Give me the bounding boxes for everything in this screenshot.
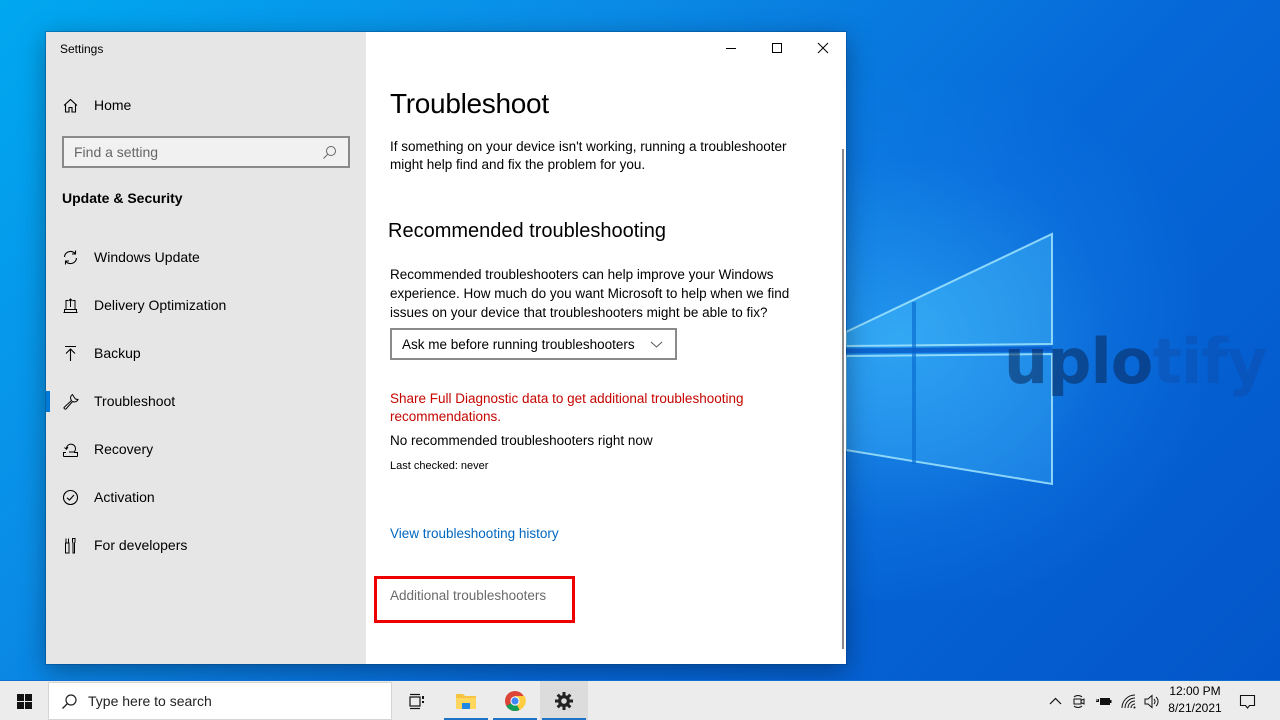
task-view-button[interactable] [392,681,440,720]
sidebar-item-label: Delivery Optimization [94,297,227,313]
sidebar-nav: Windows Update Delivery Optimization Bac… [46,233,366,569]
taskbar: Type here to search 12:00 PM 8/21/2021 [0,680,1280,720]
developer-tools-icon [62,537,79,554]
sync-icon [62,249,79,266]
sidebar-item-label: Activation [94,489,155,505]
search-icon[interactable] [321,144,338,161]
chrome-button[interactable] [491,681,539,720]
settings-window: Settings Home Update & Security Windows … [46,32,846,664]
chrome-icon [504,690,526,712]
battery-charging-icon [1095,693,1112,710]
recommended-description: Recommended troubleshooters can help imp… [390,267,790,320]
sidebar-item-activation[interactable]: Activation [46,473,366,521]
wifi-icon [1120,693,1137,710]
intro-text: If something on your device isn't workin… [390,139,787,172]
chevron-down-icon [648,336,665,353]
minimize-button[interactable] [708,32,754,64]
view-troubleshooting-history-link[interactable]: View troubleshooting history [390,526,559,541]
folder-icon [455,691,477,711]
delivery-optimization-icon [62,297,79,314]
last-checked-text: Last checked: never [390,460,489,472]
clock-time: 12:00 PM [1169,684,1221,698]
windows-start-icon [16,693,33,710]
battery-tray-button[interactable] [1092,681,1114,720]
backup-arrow-icon [62,345,79,362]
sidebar-item-label: Troubleshoot [94,393,176,409]
notification-icon [1239,693,1256,710]
home-icon [62,97,79,114]
camera-icon [1071,693,1088,710]
clock-date: 8/21/2021 [1168,701,1222,715]
show-hidden-icons-button[interactable] [1044,681,1066,720]
maximize-button[interactable] [754,32,800,64]
recovery-icon [62,441,79,458]
find-setting-search[interactable] [62,136,350,168]
speaker-icon [1143,693,1160,710]
find-setting-input[interactable] [74,144,321,160]
additional-troubleshooters-link[interactable]: Additional troubleshooters [390,588,546,603]
close-button[interactable] [800,32,846,64]
uplotify-watermark: uplotify [1004,325,1268,398]
no-recommended-text: No recommended troubleshooters right now [390,433,653,448]
sidebar-item-backup[interactable]: Backup [46,329,366,377]
start-button[interactable] [0,681,48,720]
wrench-icon [62,393,79,410]
settings-taskbar-button[interactable] [540,681,588,720]
sidebar-home[interactable]: Home [46,90,366,120]
taskbar-search-box[interactable]: Type here to search [48,682,392,720]
content-pane: Troubleshoot If something on your device… [366,32,846,664]
close-icon [815,40,832,57]
sidebar-item-windows-update[interactable]: Windows Update [46,233,366,281]
taskbar-search-placeholder: Type here to search [88,693,212,709]
chevron-up-icon [1047,693,1064,710]
watermark-strong-text: uplo [1004,325,1153,398]
sidebar-item-for-developers[interactable]: For developers [46,521,366,569]
check-circle-icon [62,489,79,506]
sidebar-item-label: Recovery [94,441,154,457]
window-caption-buttons [708,32,846,64]
sidebar-item-recovery[interactable]: Recovery [46,425,366,473]
sidebar: Settings Home Update & Security Windows … [46,32,366,664]
section-title: Update & Security [62,190,183,206]
volume-tray-button[interactable] [1140,681,1162,720]
app-title: Settings [60,42,104,56]
camera-tray-button[interactable] [1068,681,1090,720]
sidebar-item-label: Backup [94,345,141,361]
share-diagnostic-data-link[interactable]: Share Full Diagnostic data to get additi… [390,390,820,426]
taskbar-clock[interactable]: 12:00 PM 8/21/2021 [1164,683,1226,717]
sidebar-item-label: For developers [94,537,188,553]
recommended-heading: Recommended troubleshooting [388,220,666,242]
search-icon [61,693,78,710]
minimize-icon [723,40,740,57]
page-title: Troubleshoot [390,88,549,119]
watermark-faded-text: tify [1152,325,1267,398]
sidebar-item-label: Windows Update [94,249,200,265]
home-label: Home [94,97,132,113]
sidebar-item-troubleshoot[interactable]: Troubleshoot [46,377,366,425]
content-scrollbar[interactable] [842,149,844,649]
task-view-icon [408,693,425,710]
dropdown-value: Ask me before running troubleshooters [402,336,635,352]
gear-icon [554,691,574,711]
recommended-troubleshooting-dropdown[interactable]: Ask me before running troubleshooters [390,328,677,360]
action-center-button[interactable] [1234,681,1260,720]
maximize-icon [769,40,786,57]
sidebar-item-delivery-optimization[interactable]: Delivery Optimization [46,281,366,329]
file-explorer-button[interactable] [442,681,490,720]
network-tray-button[interactable] [1116,681,1140,720]
